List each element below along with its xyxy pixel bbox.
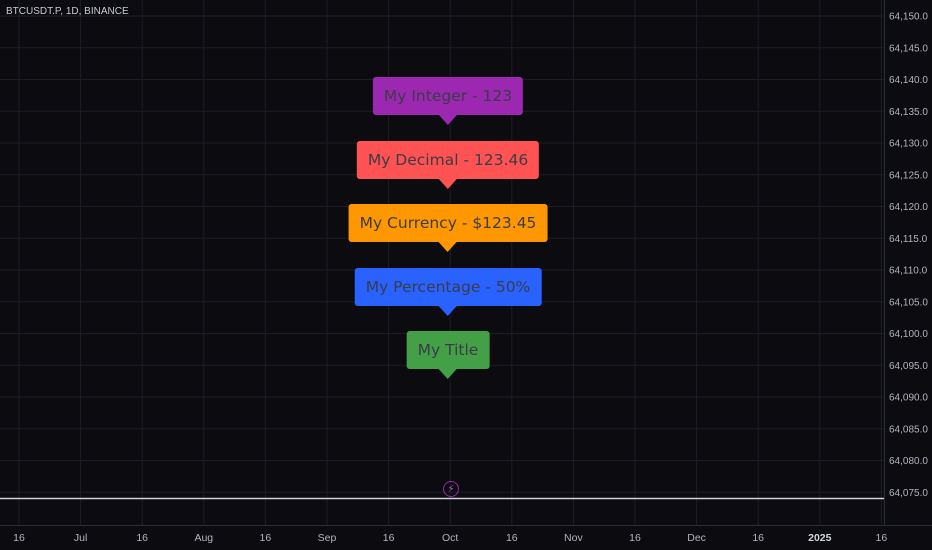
- time-tick-label: 16: [13, 532, 25, 544]
- price-tick-label: 64,095.0: [889, 361, 928, 372]
- time-tick-label: 16: [506, 532, 518, 544]
- time-tick-label: Oct: [442, 532, 458, 544]
- time-tick-label: 16: [383, 532, 395, 544]
- time-tick-label: Nov: [564, 532, 583, 544]
- price-tick-label: 64,145.0: [889, 43, 928, 54]
- time-tick-label: 16: [260, 532, 272, 544]
- chart-label-text: My Currency - $123.45: [359, 214, 537, 232]
- time-tick-label: 16: [136, 532, 148, 544]
- price-tick-label: 64,120.0: [889, 202, 928, 213]
- price-tick-label: 64,150.0: [889, 12, 928, 23]
- chart-label-4[interactable]: My Title: [406, 331, 490, 369]
- lightning-icon[interactable]: ⚡: [443, 481, 459, 497]
- price-tick-label: 64,135.0: [889, 107, 928, 118]
- time-tick-label: 16: [876, 532, 888, 544]
- chart-label-text: My Decimal - 123.46: [367, 151, 529, 169]
- price-tick-label: 64,105.0: [889, 297, 928, 308]
- chart-label-text: My Integer - 123: [383, 87, 513, 105]
- time-tick-label: Aug: [194, 532, 213, 544]
- chart-label-text: My Percentage - 50%: [365, 278, 531, 296]
- symbol-title[interactable]: BTCUSDT.P, 1D, BINANCE: [6, 6, 129, 17]
- time-tick-label: 16: [629, 532, 641, 544]
- chart-label-0[interactable]: My Integer - 123: [372, 77, 524, 115]
- chart-label-2[interactable]: My Currency - $123.45: [348, 204, 548, 242]
- price-tick-label: 64,125.0: [889, 170, 928, 181]
- price-tick-label: 64,140.0: [889, 75, 928, 86]
- price-tick-label: 64,080.0: [889, 456, 928, 467]
- time-tick-label: 16: [752, 532, 764, 544]
- price-tick-label: 64,110.0: [889, 266, 928, 277]
- chart-label-1[interactable]: My Decimal - 123.46: [356, 141, 540, 179]
- price-tick-label: 64,115.0: [889, 234, 928, 245]
- time-tick-label: Dec: [687, 532, 706, 544]
- chart-label-3[interactable]: My Percentage - 50%: [354, 268, 542, 306]
- price-tick-label: 64,100.0: [889, 329, 928, 340]
- price-tick-label: 64,085.0: [889, 424, 928, 435]
- time-tick-label: 2025: [808, 532, 832, 544]
- chart-label-text: My Title: [417, 341, 479, 359]
- time-tick-label: Jul: [74, 532, 87, 544]
- price-tick-label: 64,130.0: [889, 139, 928, 150]
- time-tick-label: Sep: [318, 532, 337, 544]
- price-tick-label: 64,090.0: [889, 393, 928, 404]
- time-axis[interactable]: 16 Jul 16 Aug 16 Sep 16 Oct 16 Nov 16 Dec 16 2025 16: [13, 532, 887, 544]
- price-tick-label: 64,075.0: [889, 488, 928, 499]
